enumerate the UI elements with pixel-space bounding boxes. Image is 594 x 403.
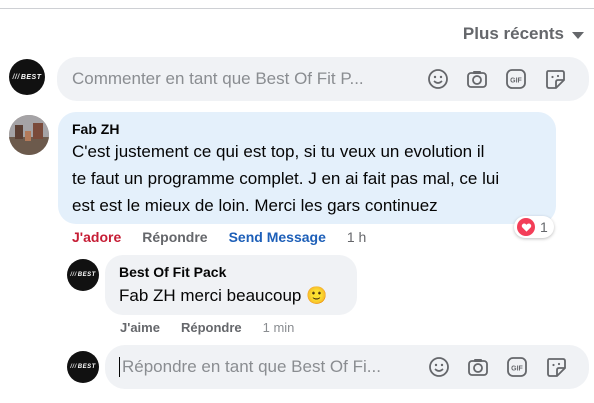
- reply-timestamp[interactable]: 1 min: [263, 320, 295, 335]
- gif-icon[interactable]: GIF: [505, 68, 527, 90]
- reply-composer-avatar[interactable]: ///BEST: [67, 351, 99, 383]
- camera-icon[interactable]: [466, 68, 488, 90]
- reply-input[interactable]: Répondre en tant que Best Of Fi... GIF: [105, 345, 589, 389]
- reply-text: Fab ZH merci beaucoup 🙂: [119, 286, 328, 305]
- smiley-icon[interactable]: [427, 68, 449, 90]
- svg-text:GIF: GIF: [511, 366, 523, 373]
- reaction-badge[interactable]: 1: [514, 216, 554, 238]
- sort-label: Plus récents: [462, 24, 564, 43]
- comment-placeholder: Commenter en tant que Best Of Fit P...: [72, 69, 364, 88]
- like-button[interactable]: J'adore: [72, 229, 121, 245]
- gif-icon[interactable]: GIF: [506, 356, 528, 378]
- reply-actions: J'aime Répondre 1 min: [120, 320, 294, 335]
- comment-bubble: Fab ZH C'est justement ce qui est top, s…: [58, 112, 556, 224]
- page-logo: ///BEST: [70, 364, 96, 370]
- text-cursor: [119, 357, 120, 378]
- page-avatar[interactable]: ///BEST: [9, 59, 45, 95]
- reply-author[interactable]: Best Of Fit Pack: [119, 264, 343, 280]
- comment-actions: J'adore Répondre Send Message 1 h: [72, 229, 366, 245]
- camera-icon[interactable]: [467, 356, 489, 378]
- reply-bubble: Best Of Fit Pack Fab ZH merci beaucoup 🙂: [105, 255, 357, 315]
- page-logo: ///BEST: [12, 73, 42, 81]
- commenter-avatar[interactable]: [9, 115, 49, 155]
- comment-text-line: est est le mieux de loin. Merci les gars…: [72, 196, 438, 215]
- reply-placeholder: Répondre en tant que Best Of Fi...: [119, 357, 417, 378]
- like-button[interactable]: J'aime: [120, 320, 160, 335]
- heart-reaction-icon: [517, 218, 535, 236]
- comment-input[interactable]: Commenter en tant que Best Of Fit P... G…: [57, 57, 589, 101]
- divider: [0, 8, 594, 9]
- reply-button[interactable]: Répondre: [181, 320, 242, 335]
- smiley-icon[interactable]: [428, 356, 450, 378]
- comment-text-line: te faut un programme complet. J en ai fa…: [72, 169, 500, 188]
- svg-text:GIF: GIF: [510, 78, 522, 85]
- sticker-icon[interactable]: [545, 356, 567, 378]
- reply-button[interactable]: Répondre: [142, 229, 207, 245]
- page-logo: ///BEST: [70, 272, 96, 278]
- sticker-icon[interactable]: [544, 68, 566, 90]
- caret-down-icon: [572, 32, 584, 39]
- reply-avatar[interactable]: ///BEST: [67, 259, 99, 291]
- reaction-count: 1: [540, 219, 548, 235]
- comment-timestamp[interactable]: 1 h: [347, 229, 366, 245]
- sort-dropdown[interactable]: Plus récents: [463, 24, 584, 44]
- send-message-button[interactable]: Send Message: [229, 229, 326, 245]
- profile-photo-icon: [9, 115, 49, 155]
- comment-text-line: C'est justement ce qui est top, si tu ve…: [72, 142, 485, 161]
- comment-author[interactable]: Fab ZH: [72, 121, 542, 137]
